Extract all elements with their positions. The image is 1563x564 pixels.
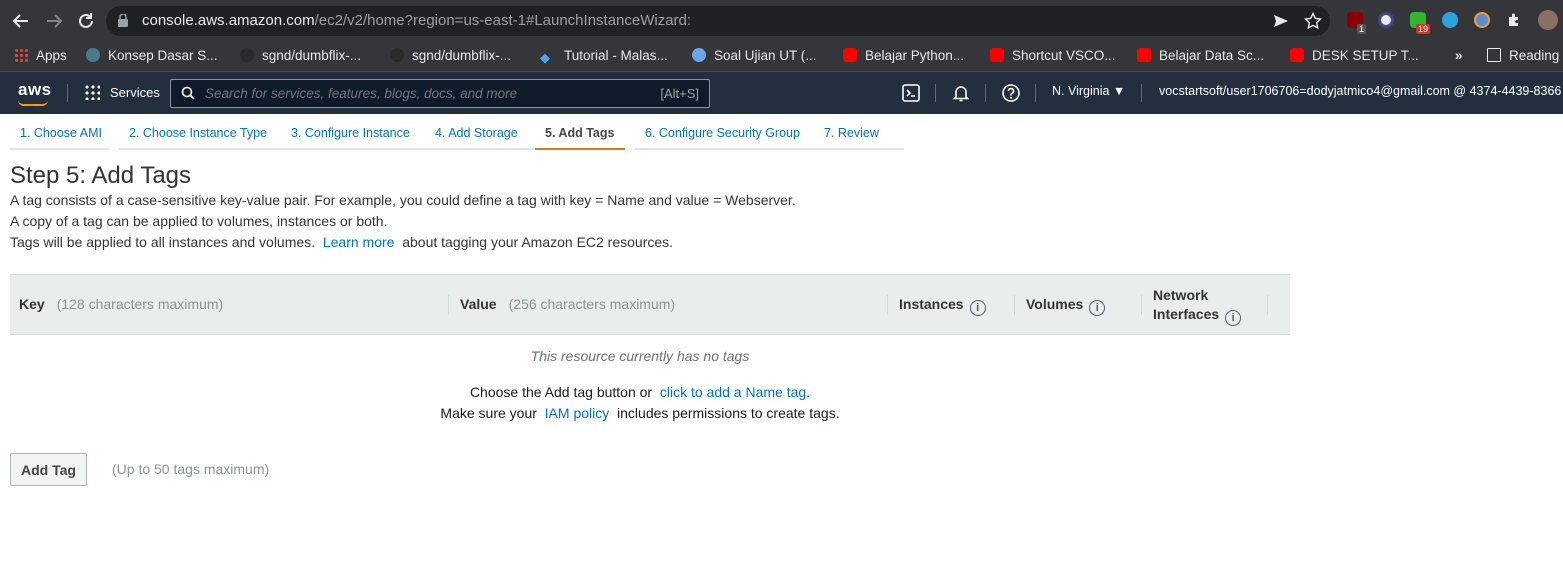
bookmark-belajar-data[interactable]: Belajar Data Sc... xyxy=(1137,46,1264,66)
description-line: A copy of a tag can be applied to volume… xyxy=(10,213,388,229)
services-menu-button[interactable]: Services xyxy=(84,82,160,104)
bookmark-apps[interactable]: Apps xyxy=(14,46,67,66)
volumes-column-header: Volumes i xyxy=(1026,296,1106,355)
instances-column-header: Instances i xyxy=(899,296,986,355)
column-divider xyxy=(1014,295,1015,315)
address-bar[interactable]: console.aws.amazon.com/ec2/v2/home?regio… xyxy=(106,6,1330,36)
key-column-header: Key (128 characters maximum) xyxy=(19,296,224,312)
site-icon xyxy=(86,48,100,62)
iam-policy-link[interactable]: IAM policy xyxy=(545,405,610,421)
bookmark-konsep-dasar[interactable]: Konsep Dasar S... xyxy=(86,46,218,66)
apps-grid-icon xyxy=(14,48,28,62)
tab-choose-instance-type[interactable]: 2. Choose Instance Type xyxy=(119,114,281,150)
description-line: Tags will be applied to all instances an… xyxy=(10,234,674,250)
region-selector[interactable]: N. Virginia ▼ xyxy=(1052,84,1125,98)
column-divider xyxy=(1267,295,1268,315)
owl-extension-icon[interactable] xyxy=(1474,12,1490,28)
notifications-bell-icon[interactable] xyxy=(951,83,971,103)
youtube-icon xyxy=(843,48,857,62)
column-divider xyxy=(1141,295,1142,315)
reading-list-button[interactable]: Reading xyxy=(1487,46,1559,66)
send-tab-icon[interactable] xyxy=(1272,12,1290,30)
profile-avatar-icon[interactable] xyxy=(1538,10,1558,30)
iam-policy-note: Make sure your IAM policy includes permi… xyxy=(440,405,840,421)
add-tag-instruction: Choose the Add tag button or click to ad… xyxy=(469,384,811,400)
extension-badge: 19 xyxy=(1416,24,1431,34)
bookmark-dumbflix-2[interactable]: sgnd/dumbflix-... xyxy=(390,46,511,66)
tab-configure-security-group[interactable]: 6. Configure Security Group xyxy=(635,114,814,150)
bookmark-belajar-python[interactable]: Belajar Python... xyxy=(843,46,964,66)
aws-smile-logo-icon xyxy=(18,100,48,106)
bookmark-tutorial[interactable]: ◆ Tutorial - Malas... xyxy=(540,46,668,66)
description-line: A tag consists of a case-sensitive key-v… xyxy=(10,192,796,208)
bookmarks-overflow-button[interactable]: » xyxy=(1455,46,1463,66)
code-icon: ◆ xyxy=(540,50,550,65)
github-icon xyxy=(240,48,254,62)
bookmarks-bar: Apps Konsep Dasar S... sgnd/dumbflix-...… xyxy=(0,42,1563,72)
bookmark-soal-ujian[interactable]: Soal Ujian UT (... xyxy=(692,46,817,66)
search-shortcut-hint: [Alt+S] xyxy=(660,86,699,101)
tab-add-tags[interactable]: 5. Add Tags xyxy=(535,114,625,150)
bookmark-star-icon[interactable] xyxy=(1303,11,1323,30)
bookmark-shortcut-vscode[interactable]: Shortcut VSCO... xyxy=(990,46,1116,66)
forward-arrow-icon[interactable] xyxy=(42,9,66,33)
reading-list-icon xyxy=(1487,48,1501,62)
browser-toolbar: console.aws.amazon.com/ec2/v2/home?regio… xyxy=(0,0,1563,42)
reload-icon[interactable] xyxy=(74,9,98,33)
divider xyxy=(935,84,936,102)
bookmark-desk-setup[interactable]: DESK SETUP T... xyxy=(1290,46,1419,66)
add-name-tag-link[interactable]: click to add a Name tag xyxy=(660,384,806,400)
console-search-box[interactable]: [Alt+S] xyxy=(170,79,710,108)
extension-badge: 1 xyxy=(1357,24,1367,34)
tab-add-storage[interactable]: 4. Add Storage xyxy=(425,114,535,150)
column-divider xyxy=(887,295,888,315)
services-grid-icon xyxy=(84,84,100,100)
search-icon xyxy=(181,86,195,100)
network-interfaces-column-header: Network Interfaces i xyxy=(1153,286,1242,345)
account-menu[interactable]: vocstartsoft/user1706706=dodyjatmico4@gm… xyxy=(1159,84,1561,98)
help-icon[interactable] xyxy=(1001,83,1021,103)
info-icon[interactable]: i xyxy=(969,300,986,316)
youtube-icon xyxy=(990,48,1004,62)
info-icon[interactable]: i xyxy=(1225,310,1242,326)
divider xyxy=(1141,84,1142,102)
add-tag-limit-hint: (Up to 50 tags maximum) xyxy=(112,461,270,477)
page-title: Step 5: Add Tags xyxy=(10,162,192,189)
url-text: console.aws.amazon.com/ec2/v2/home?regio… xyxy=(142,12,692,29)
search-input[interactable] xyxy=(205,86,625,101)
telegram-extension-icon[interactable] xyxy=(1442,12,1458,28)
lock-icon xyxy=(118,14,128,27)
privacy-extension-icon[interactable] xyxy=(1378,12,1394,28)
empty-tags-message: This resource currently has no tags xyxy=(530,348,750,364)
divider xyxy=(67,84,68,102)
github-icon xyxy=(390,48,404,62)
info-icon[interactable]: i xyxy=(1089,300,1106,316)
tab-configure-instance[interactable]: 3. Configure Instance xyxy=(281,114,426,150)
aws-logo[interactable]: aws xyxy=(18,80,52,100)
value-column-header: Value (256 characters maximum) xyxy=(460,296,676,312)
divider xyxy=(985,84,986,102)
add-tag-button[interactable]: Add Tag xyxy=(10,453,87,486)
column-divider xyxy=(448,295,449,315)
divider xyxy=(1035,84,1036,102)
bookmark-dumbflix-1[interactable]: sgnd/dumbflix-... xyxy=(240,46,361,66)
learn-more-link[interactable]: Learn more xyxy=(323,234,395,250)
back-arrow-icon[interactable] xyxy=(9,9,33,33)
tab-choose-ami[interactable]: 1. Choose AMI xyxy=(10,114,109,150)
youtube-icon xyxy=(1290,48,1304,62)
youtube-icon xyxy=(1137,48,1151,62)
extensions-puzzle-icon[interactable] xyxy=(1506,12,1522,28)
site-icon xyxy=(692,48,706,62)
cloudshell-icon[interactable] xyxy=(901,83,921,103)
tags-table-header: Key (128 characters maximum) Value (256 ch… xyxy=(10,274,1290,335)
tab-review[interactable]: 7. Review xyxy=(814,114,904,150)
